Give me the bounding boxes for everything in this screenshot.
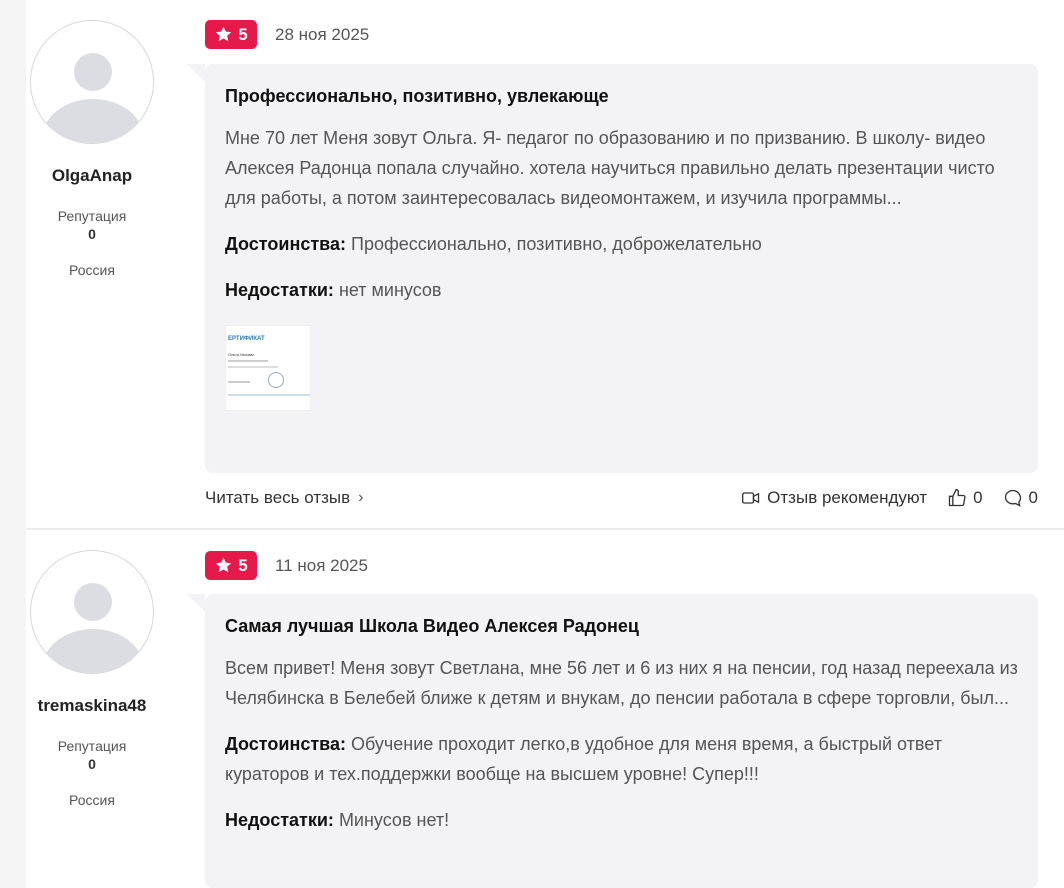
rating-badge: 5 [205,20,257,49]
cons-label: Недостатки: [225,810,334,830]
rating-value: 5 [238,555,248,575]
avatar[interactable] [30,550,154,674]
reviews-page: OlgaAnap Репутация 0 Россия 5 28 ноя 202… [0,0,1064,888]
review-pros: Достоинства: Профессионально, позитивно,… [225,229,1025,259]
attachment-thumbnail[interactable]: ЕРТИФИКАТ Ольга Михаил [225,325,311,411]
review-text: Всем привет! Меня зовут Светлана, мне 56… [225,658,1018,708]
left-gutter [0,0,26,888]
certificate-heading: ЕРТИФИКАТ [228,336,265,342]
pros-label: Достоинства: [225,234,346,254]
comment-icon [1004,489,1021,507]
reputation-value: 0 [88,756,96,772]
read-full-review-link[interactable]: Читать весь отзыв › [205,488,363,508]
rating-value: 5 [238,24,248,44]
review-title[interactable]: Самая лучшая Школа Видео Алексея Радонец [225,616,1018,637]
cons-text: нет минусов [338,280,442,300]
chevron-right-icon: › [358,489,364,506]
reputation-value: 0 [88,226,96,242]
seal-icon [268,372,284,388]
review-footer: Читать весь отзыв › Отзыв рекомендуют 0 … [205,488,1038,508]
certificate-name: Ольга Михаил [228,352,255,357]
review-title[interactable]: Профессионально, позитивно, увлекающе [225,86,1018,107]
cons-text: Минусов нет! [338,810,450,830]
country: Россия [69,262,115,278]
review-author: OlgaAnap Репутация 0 Россия [30,20,154,278]
star-icon [216,26,232,42]
pros-label: Достоинства: [225,734,346,754]
review-actions: Отзыв рекомендуют 0 0 [727,488,1038,508]
review-cons: Недостатки: Минусов нет! [225,805,1025,835]
review-pros: Достоинства: Обучение проходит легко,в у… [225,729,1025,789]
like-button[interactable]: 0 [947,488,983,508]
review-meta: 5 28 ноя 2025 [205,20,369,49]
read-more-label: Читать весь отзыв [205,488,351,507]
comments-button[interactable]: 0 [1003,488,1038,508]
cons-label: Недостатки: [225,280,334,300]
star-icon [216,557,232,573]
like-count: 0 [973,488,983,507]
recommend-indicator: Отзыв рекомендуют [741,488,927,508]
review-meta: 5 11 ноя 2025 [205,551,368,580]
reputation-label: Репутация [57,208,127,224]
review-body: Самая лучшая Школа Видео Алексея Радонец… [187,594,1038,888]
review-author: tremaskina48 Репутация 0 Россия [30,550,154,808]
avatar-placeholder-icon [74,53,112,91]
rating-badge: 5 [205,551,257,580]
review-cons: Недостатки: нет минусов [225,275,1025,305]
reputation-label: Репутация [57,738,127,754]
thumbs-up-icon [948,488,966,507]
review-body: Профессионально, позитивно, увлекающе Мн… [187,64,1038,473]
avatar-placeholder-icon [74,583,112,621]
review-text: Мне 70 лет Меня зовут Ольга. Я- педагог … [225,128,995,208]
username[interactable]: tremaskina48 [30,696,154,716]
comment-count: 0 [1028,488,1038,507]
review-date: 28 ноя 2025 [275,24,370,44]
review-date: 11 ноя 2025 [275,555,368,575]
username[interactable]: OlgaAnap [30,166,154,186]
recommend-label: Отзыв рекомендуют [767,488,928,507]
pros-text: Профессионально, позитивно, доброжелател… [351,234,762,254]
avatar[interactable] [30,20,154,144]
country: Россия [69,792,115,808]
video-icon [742,492,760,504]
